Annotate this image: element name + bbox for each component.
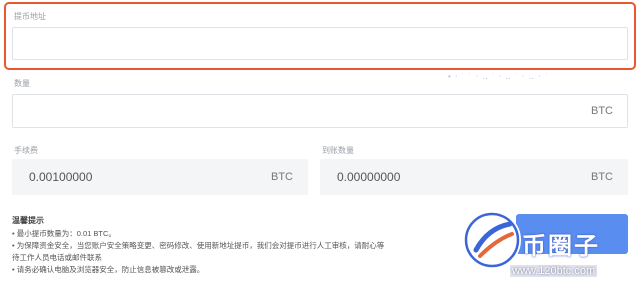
fee-unit: BTC: [271, 171, 293, 183]
watermark-logo-icon: [463, 211, 521, 269]
amount-label: 数量: [14, 79, 30, 88]
watermark-url: www.120btc.com: [510, 265, 598, 277]
amount-input[interactable]: BTC: [12, 94, 628, 128]
received-unit: BTC: [591, 171, 613, 183]
tip-item: • 最小提币数量为：0.01 BTC。: [12, 229, 116, 238]
received-value: 0.00000000: [337, 170, 401, 184]
address-label: 提币地址: [14, 12, 46, 21]
received-field: 0.00000000 BTC: [320, 159, 628, 195]
received-label: 到账数量: [322, 146, 354, 155]
amount-unit: BTC: [591, 105, 613, 117]
watermark-brand: 币圈子: [522, 232, 600, 260]
fee-label: 手续费: [14, 146, 38, 155]
available-balance: • ‧ ˙ ˙ ‧ ‥ ˙ ‧ ‥ ˙ ‧ ‥ ‧ ˙: [448, 72, 549, 81]
address-input[interactable]: [12, 27, 628, 60]
tip-item: • 为保障资金安全，当您账户安全策略变更、密码修改、使用新地址提币，我们会对提币…: [12, 241, 385, 250]
tips-title: 温馨提示: [12, 216, 44, 225]
tip-item: • 请务必确认电脑及浏览器安全，防止信息被篡改或泄露。: [12, 265, 205, 274]
fee-field: 0.00100000 BTC: [12, 159, 308, 195]
tips-list: • 最小提币数量为：0.01 BTC。 • 为保障资金安全，当您账户安全策略变更…: [12, 228, 442, 276]
tip-item: 待工作人员电话或邮件联系: [12, 253, 102, 262]
fee-value: 0.00100000: [29, 170, 93, 184]
